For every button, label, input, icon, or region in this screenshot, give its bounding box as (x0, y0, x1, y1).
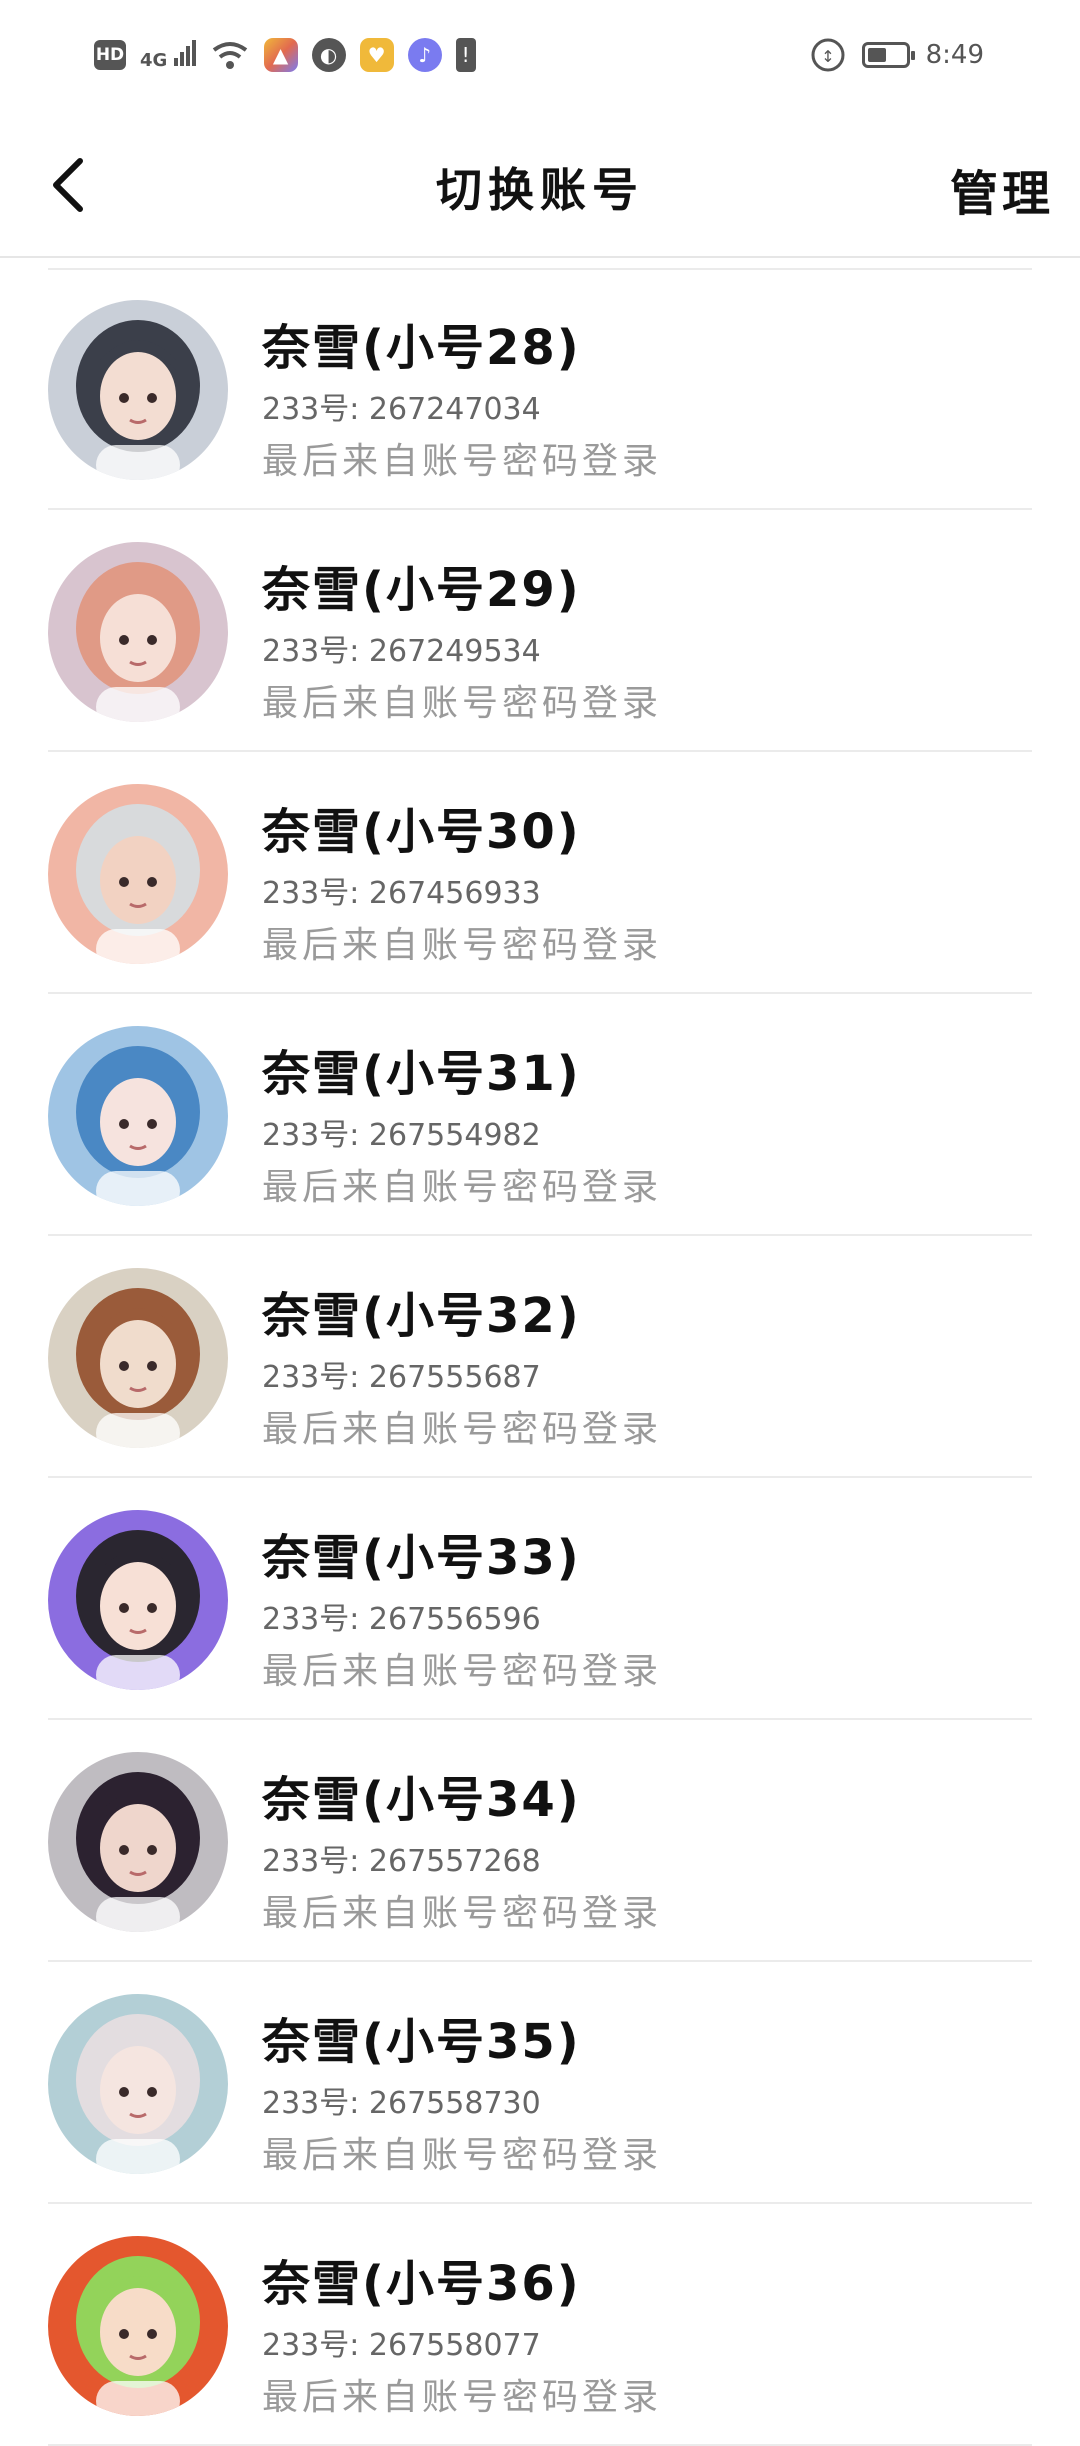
account-row[interactable]: 奈雪(小号34) 233号: 267557268 最后来自账号密码登录 (0, 1720, 1080, 1962)
status-bar: HD 4G ▲ ◐ ♥ ♪ ! ↕ 8:49 (0, 0, 1080, 110)
uid-value: 267456933 (368, 876, 541, 911)
account-uid: 233号: 267557268 (262, 1836, 541, 1880)
uid-label: 233号: (262, 1602, 360, 1637)
last-login-method: 最后来自账号密码登录 (262, 2377, 663, 2418)
app-icon: ♥ (359, 38, 394, 72)
uid-value: 267554982 (368, 1118, 541, 1153)
account-row[interactable]: 奈雪(小号31) 233号: 267554982 最后来自账号密码登录 (0, 994, 1080, 1236)
uid-value: 267247034 (368, 392, 541, 427)
uid-value: 267558077 (368, 2328, 541, 2363)
avatar (48, 1510, 228, 1690)
svg-text:↕: ↕ (821, 47, 834, 66)
avatar (48, 1026, 228, 1206)
last-login-method: 最后来自账号密码登录 (262, 1893, 663, 1934)
avatar (48, 300, 228, 480)
wifi-icon (212, 42, 247, 69)
account-row[interactable]: 奈雪(小号29) 233号: 267249534 最后来自账号密码登录 (0, 510, 1080, 752)
data-saver-icon: ↕ (811, 38, 845, 72)
manage-button[interactable]: 管理 (950, 154, 1054, 224)
account-row[interactable]: 奈雪(小号35) 233号: 267558730 最后来自账号密码登录 (0, 1962, 1080, 2204)
account-row[interactable]: 奈雪(小号33) 233号: 267556596 最后来自账号密码登录 (0, 1478, 1080, 1720)
account-row[interactable]: 奈雪(小号28) 233号: 267247034 最后来自账号密码登录 (0, 268, 1080, 510)
account-name: 奈雪(小号31) (262, 1046, 581, 1102)
signal-4g-icon: 4G (140, 40, 196, 70)
account-uid: 233号: 267554982 (262, 1110, 541, 1154)
avatar (48, 1752, 228, 1932)
uid-label: 233号: (262, 1844, 360, 1879)
avatar (48, 2236, 228, 2416)
account-name: 奈雪(小号36) (262, 2256, 581, 2312)
last-login-method: 最后来自账号密码登录 (262, 1409, 663, 1450)
avatar (48, 542, 228, 722)
status-bar-right: ↕ 8:49 (794, 37, 984, 73)
app-icon: ◐ (311, 38, 346, 72)
account-name: 奈雪(小号35) (262, 2014, 581, 2070)
account-name: 奈雪(小号34) (262, 1772, 581, 1828)
account-row[interactable]: 奈雪(小号36) 233号: 267558077 最后来自账号密码登录 (0, 2204, 1080, 2446)
account-uid: 233号: 267456933 (262, 868, 541, 912)
signal-bars-icon (173, 40, 196, 66)
last-login-method: 最后来自账号密码登录 (262, 683, 663, 724)
account-uid: 233号: 267555687 (262, 1352, 541, 1396)
avatar (48, 1994, 228, 2174)
uid-value: 267555687 (368, 1360, 541, 1395)
music-icon: ♪ (407, 38, 442, 72)
uid-label: 233号: (262, 392, 360, 427)
account-uid: 233号: 267249534 (262, 626, 541, 670)
account-name: 奈雪(小号32) (262, 1288, 581, 1344)
account-row[interactable]: 奈雪(小号32) 233号: 267555687 最后来自账号密码登录 (0, 1236, 1080, 1478)
account-uid: 233号: 267556596 (262, 1594, 541, 1638)
avatar (48, 1268, 228, 1448)
uid-label: 233号: (262, 634, 360, 669)
uid-label: 233号: (262, 876, 360, 911)
account-uid: 233号: 267558730 (262, 2078, 541, 2122)
account-row[interactable]: 奈雪(小号30) 233号: 267456933 最后来自账号密码登录 (0, 752, 1080, 994)
uid-value: 267556596 (368, 1602, 541, 1637)
uid-value: 267558730 (368, 2086, 541, 2121)
account-uid: 233号: 267558077 (262, 2320, 541, 2364)
account-name: 奈雪(小号29) (262, 562, 581, 618)
uid-label: 233号: (262, 1360, 360, 1395)
battery-icon (861, 42, 915, 68)
uid-value: 267557268 (368, 1844, 541, 1879)
last-login-method: 最后来自账号密码登录 (262, 2135, 663, 2176)
app-icon: ▲ (263, 38, 298, 72)
last-login-method: 最后来自账号密码登录 (262, 441, 663, 482)
uid-label: 233号: (262, 2086, 360, 2121)
last-login-method: 最后来自账号密码登录 (262, 1651, 663, 1692)
last-login-method: 最后来自账号密码登录 (262, 1167, 663, 1208)
account-list: 奈雪(小号28) 233号: 267247034 最后来自账号密码登录 奈雪(小号29)… (0, 268, 1080, 2446)
avatar (48, 784, 228, 964)
page-title: 切换账号 (436, 163, 644, 217)
account-name: 奈雪(小号28) (262, 320, 581, 376)
uid-label: 233号: (262, 2328, 360, 2363)
hd-icon: HD (94, 40, 126, 70)
last-login-method: 最后来自账号密码登录 (262, 925, 663, 966)
network-label: 4G (140, 50, 168, 71)
uid-label: 233号: (262, 1118, 360, 1153)
account-uid: 233号: 267247034 (262, 384, 541, 428)
account-name: 奈雪(小号33) (262, 1530, 581, 1586)
header: 切换账号 管理 (0, 110, 1080, 258)
uid-value: 267249534 (368, 634, 541, 669)
status-bar-left: HD 4G ▲ ◐ ♥ ♪ ! (94, 38, 490, 72)
status-time: 8:49 (925, 40, 984, 70)
alert-icon: ! (455, 38, 476, 72)
account-name: 奈雪(小号30) (262, 804, 581, 860)
